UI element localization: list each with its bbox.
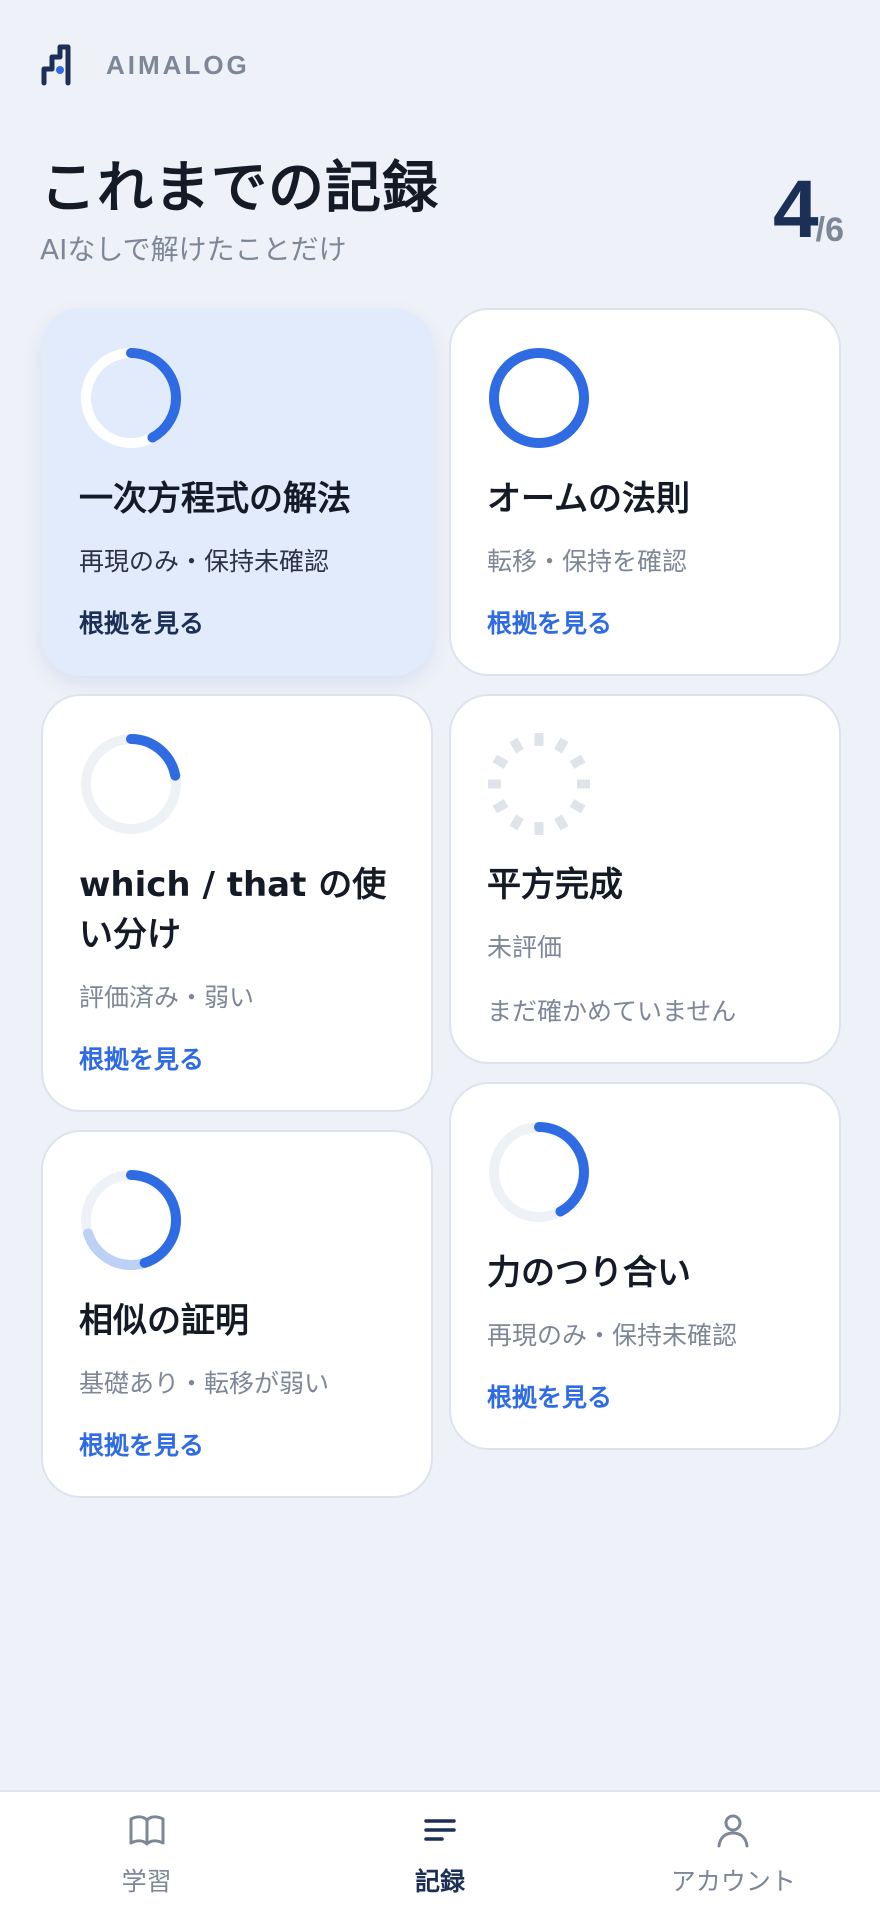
card-status: 再現のみ・保持未確認: [79, 547, 330, 576]
view-evidence-link[interactable]: 根拠を見る: [487, 1378, 612, 1414]
view-evidence-link[interactable]: 根拠を見る: [79, 1040, 204, 1076]
nav-item-study[interactable]: 学習: [0, 1792, 293, 1912]
progress-ring-icon: [81, 348, 181, 448]
score-total: 6: [825, 211, 844, 249]
card-title: 相似の証明: [79, 1301, 249, 1341]
card-title: オームの法則: [487, 479, 690, 519]
progress-ring-icon: [489, 1122, 589, 1222]
record-card[interactable]: 力のつり合い 再現のみ・保持未確認 根拠を見る: [449, 1082, 841, 1450]
progress-ring-icon: [81, 1170, 181, 1270]
nav-label: アカウント: [670, 1867, 796, 1896]
card-title: 平方完成: [487, 865, 623, 905]
book-icon: [129, 1815, 165, 1846]
record-card[interactable]: which / that の使い分け 評価済み・弱い 根拠を見る: [41, 694, 433, 1112]
view-evidence-link[interactable]: 根拠を見る: [79, 604, 204, 640]
card-title: which / that の使い分け: [79, 865, 387, 955]
page-title: これまでの記録: [40, 156, 439, 221]
card-status: 再現のみ・保持未確認: [487, 1321, 738, 1350]
user-icon: [717, 1814, 749, 1848]
score-separator: /: [815, 211, 826, 249]
card-title: 力のつり合い: [487, 1253, 691, 1293]
record-card[interactable]: 一次方程式の解法 再現のみ・保持未確認 根拠を見る: [41, 308, 433, 676]
list-icon: [424, 1819, 456, 1841]
cards-column-left: 一次方程式の解法 再現のみ・保持未確認 根拠を見る which / that の…: [41, 308, 433, 1516]
view-evidence-link[interactable]: 根拠を見る: [79, 1426, 204, 1462]
score-value: 4: [773, 164, 819, 255]
progress-ring-icon: [81, 734, 181, 834]
score-counter: 4 / 6: [773, 164, 844, 255]
nav-item-records[interactable]: 記録: [293, 1792, 586, 1912]
card-status: 基礎あり・転移が弱い: [79, 1369, 330, 1398]
bottom-nav: 学習 記録 アカウント: [0, 1790, 880, 1912]
nav-label: 記録: [414, 1867, 465, 1896]
cards-column-right: オームの法則 転移・保持を確認 根拠を見る 平方完成 未評価 まだ確かめていませ…: [449, 308, 841, 1468]
app-root: AIMALOG これまでの記録 AIなしで解けたことだけ 4 / 6 一次方程式…: [0, 0, 880, 1912]
record-card[interactable]: 平方完成 未評価 まだ確かめていません: [449, 694, 841, 1064]
unrated-ring-icon: [488, 733, 590, 835]
card-note: まだ確かめていません: [487, 997, 737, 1026]
app-header: AIMALOG: [40, 40, 250, 90]
record-card[interactable]: 相似の証明 基礎あり・転移が弱い 根拠を見る: [41, 1130, 433, 1498]
nav-label: 学習: [121, 1867, 172, 1896]
brand-name: AIMALOG: [106, 49, 250, 80]
record-card[interactable]: オームの法則 転移・保持を確認 根拠を見る: [449, 308, 841, 676]
card-status: 未評価: [487, 933, 563, 962]
card-title: 一次方程式の解法: [79, 479, 351, 519]
progress-ring-icon: [489, 348, 589, 448]
nav-item-account[interactable]: アカウント: [587, 1792, 880, 1912]
card-status: 転移・保持を確認: [487, 547, 688, 576]
view-evidence-link[interactable]: 根拠を見る: [487, 604, 612, 640]
card-status: 評価済み・弱い: [79, 983, 255, 1012]
staircase-logo-icon: [40, 43, 84, 87]
page-subtitle: AIなしで解けたことだけ: [40, 233, 347, 266]
